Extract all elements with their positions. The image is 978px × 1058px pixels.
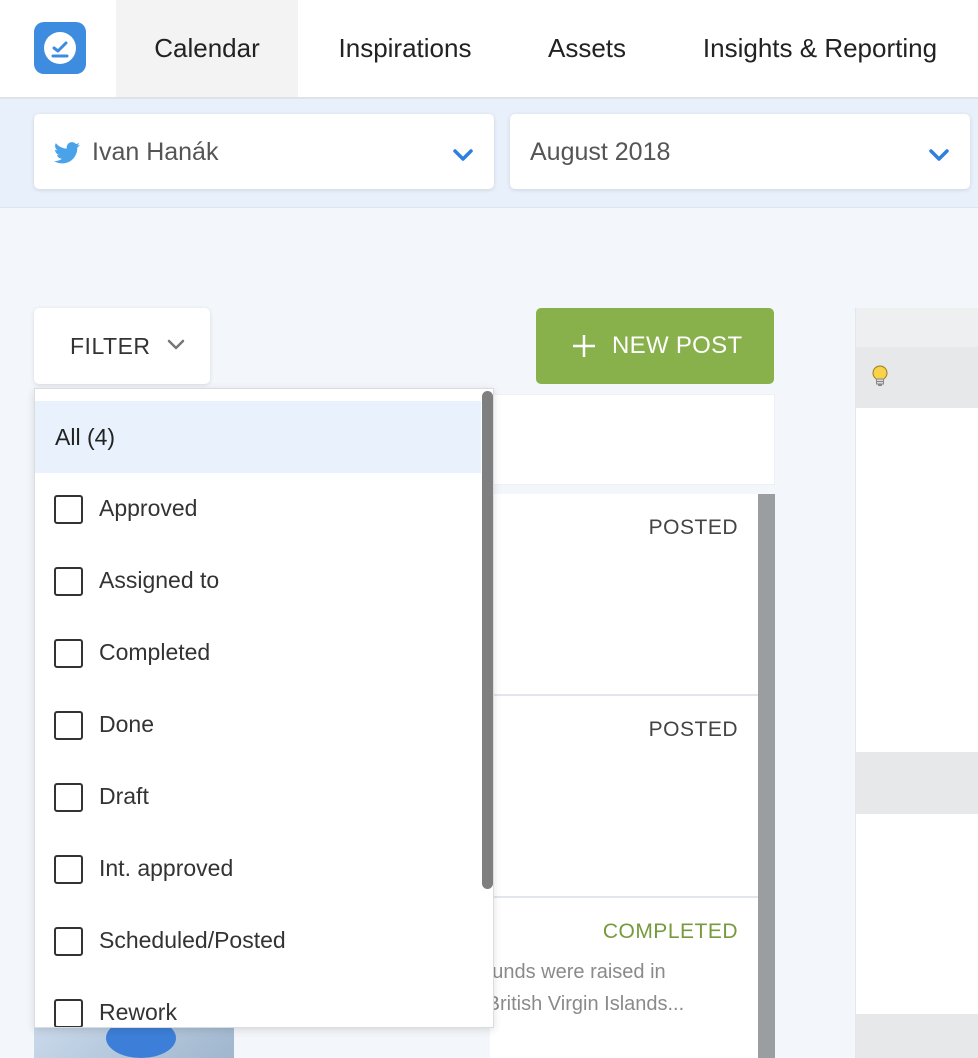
filter-dropdown: All (4) Approved Assigned to Completed D… bbox=[34, 388, 494, 1028]
tab-calendar[interactable]: Calendar bbox=[116, 0, 298, 97]
filter-option-label: Scheduled/Posted bbox=[99, 927, 286, 953]
tab-assets[interactable]: Assets bbox=[512, 0, 662, 97]
filter-button[interactable]: FILTER bbox=[34, 308, 210, 384]
check-icon bbox=[51, 41, 69, 58]
post-card[interactable]: COMPLETED 0 funds were raised in d Briti… bbox=[470, 898, 758, 1058]
filter-option-label: Done bbox=[99, 711, 154, 737]
filter-option-label: Completed bbox=[99, 639, 211, 665]
panel-row bbox=[856, 347, 978, 408]
panel-row bbox=[856, 1014, 978, 1058]
checkbox[interactable] bbox=[54, 495, 83, 524]
filter-option-label: Draft bbox=[99, 783, 149, 809]
plus-icon bbox=[573, 335, 595, 357]
checkbox[interactable] bbox=[54, 567, 83, 596]
account-select[interactable]: Ivan Hanák bbox=[34, 114, 494, 189]
top-nav: Calendar Inspirations Assets Insights & … bbox=[0, 0, 978, 99]
filter-option-draft[interactable]: Draft bbox=[35, 761, 481, 833]
chevron-down-icon bbox=[929, 149, 949, 161]
excerpt-line: d British Virgin Islands... bbox=[470, 993, 685, 1015]
twitter-icon bbox=[54, 142, 80, 164]
thumbnail-image bbox=[106, 1026, 176, 1058]
month-select[interactable]: August 2018 bbox=[510, 114, 970, 189]
checkbox[interactable] bbox=[54, 927, 83, 956]
status-badge: POSTED bbox=[648, 718, 738, 741]
checkbox[interactable] bbox=[54, 783, 83, 812]
filter-option-all[interactable]: All (4) bbox=[35, 401, 481, 473]
panel-header bbox=[856, 308, 978, 347]
post-card[interactable]: POSTED bbox=[490, 494, 758, 696]
month-label: August 2018 bbox=[530, 138, 671, 166]
account-name: Ivan Hanák bbox=[92, 138, 219, 166]
filter-option-label: Int. approved bbox=[99, 855, 234, 881]
checkbox[interactable] bbox=[54, 711, 83, 740]
filter-option-done[interactable]: Done bbox=[35, 689, 481, 761]
dropdown-scrollbar[interactable] bbox=[481, 389, 493, 1027]
calendar-panel bbox=[855, 308, 978, 1058]
chevron-down-icon bbox=[167, 339, 185, 350]
posts-list-header bbox=[490, 394, 775, 485]
filter-option-label: Assigned to bbox=[99, 567, 220, 593]
chevron-down-icon bbox=[453, 149, 473, 161]
status-badge: POSTED bbox=[648, 516, 738, 539]
post-excerpt: 0 funds were raised in d British Virgin … bbox=[470, 956, 738, 1020]
panel-row bbox=[856, 752, 978, 814]
checkbox[interactable] bbox=[54, 855, 83, 884]
filter-label: FILTER bbox=[70, 333, 151, 359]
filter-option-all-label: All (4) bbox=[55, 423, 116, 450]
new-post-label: NEW POST bbox=[612, 332, 743, 359]
checkbox[interactable] bbox=[54, 639, 83, 668]
post-card[interactable]: POSTED bbox=[490, 696, 758, 898]
filter-option-completed[interactable]: Completed bbox=[35, 617, 481, 689]
filter-option-rework[interactable]: Rework bbox=[35, 977, 481, 1027]
filter-option-assigned-to[interactable]: Assigned to bbox=[35, 545, 481, 617]
post-thumbnail[interactable] bbox=[34, 1026, 234, 1058]
app-logo-icon[interactable] bbox=[34, 22, 86, 74]
posts-scrollbar[interactable] bbox=[758, 494, 775, 1058]
tab-insights-reporting[interactable]: Insights & Reporting bbox=[662, 0, 978, 97]
checkbox[interactable] bbox=[54, 999, 83, 1027]
scrollbar-thumb[interactable] bbox=[482, 391, 493, 889]
tab-inspirations[interactable]: Inspirations bbox=[298, 0, 512, 97]
filter-option-label: Rework bbox=[99, 999, 177, 1025]
new-post-button[interactable]: NEW POST bbox=[536, 308, 774, 384]
lightbulb-icon[interactable] bbox=[870, 364, 890, 390]
status-badge: COMPLETED bbox=[602, 920, 738, 943]
filter-option-label: Approved bbox=[99, 495, 198, 521]
excerpt-line: 0 funds were raised in bbox=[470, 961, 666, 983]
selector-bar: Ivan Hanák August 2018 bbox=[0, 99, 978, 208]
filter-option-int-approved[interactable]: Int. approved bbox=[35, 833, 481, 905]
filter-option-approved[interactable]: Approved bbox=[35, 473, 481, 545]
filter-option-scheduled-posted[interactable]: Scheduled/Posted bbox=[35, 905, 481, 977]
